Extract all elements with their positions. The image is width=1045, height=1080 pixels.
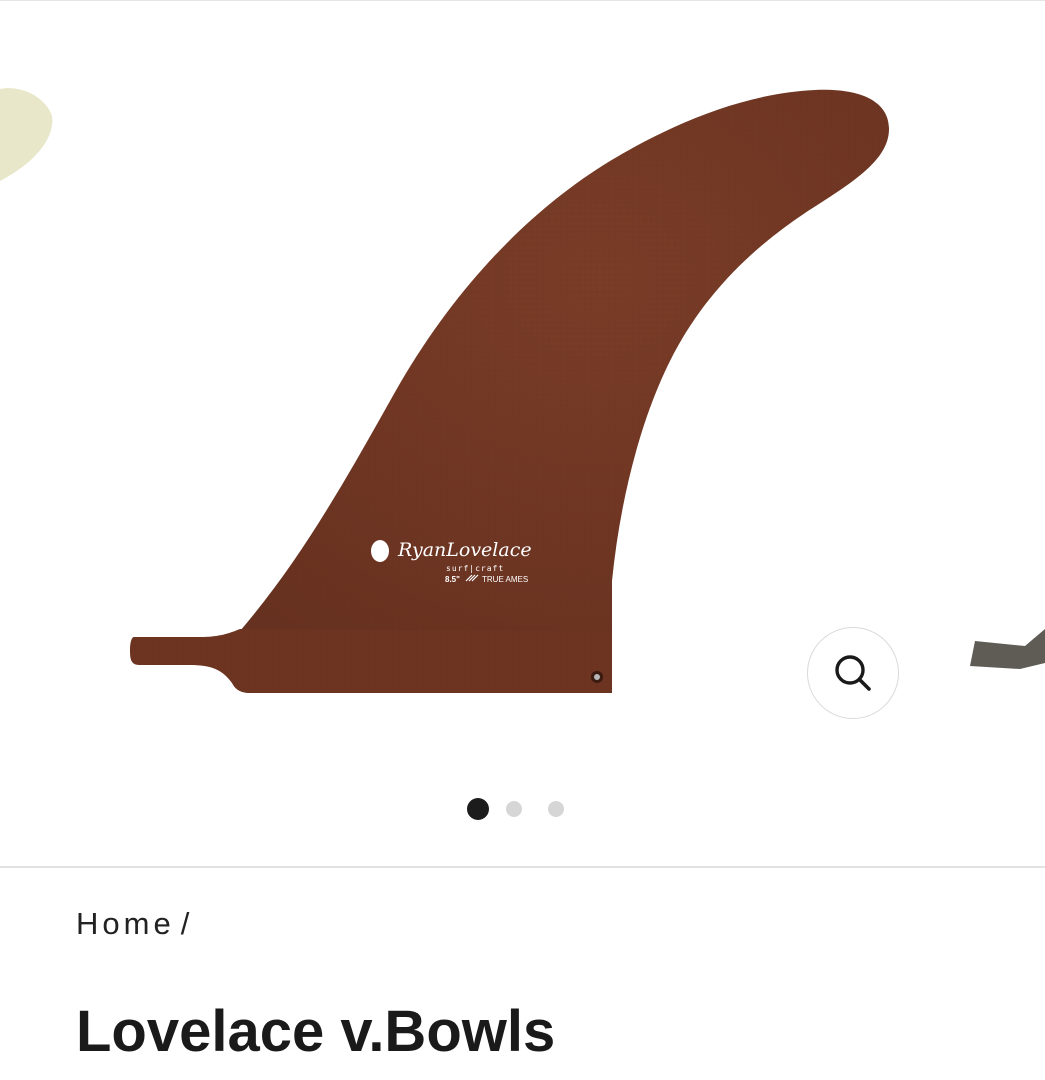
main-fin-image: RyanLovelace surf|craft 8.5" TRUE AMES [130,89,889,693]
fin-logo-sub: surf|craft [446,564,504,573]
product-image-gallery[interactable]: RyanLovelace surf|craft 8.5" TRUE AMES [0,1,1045,867]
fin-logo-size: 8.5" [445,575,460,584]
pagination-dot-1[interactable] [467,798,489,820]
breadcrumb: Home / [76,906,193,942]
pagination-dot-2[interactable] [506,801,522,817]
product-title: Lovelace v.Bowls [76,999,556,1064]
gallery-pagination [467,798,590,820]
pagination-dot-3[interactable] [548,801,564,817]
breadcrumb-home-link[interactable]: Home [76,906,175,941]
fin-logo-maker: TRUE AMES [482,575,528,584]
fin-logo-script: RyanLovelace [397,539,532,561]
next-slide-fin[interactable] [970,629,1045,669]
breadcrumb-separator: / [180,906,194,941]
product-page: RyanLovelace surf|craft 8.5" TRUE AMES H… [0,0,1045,1080]
section-divider [0,866,1045,868]
magnifier-icon [835,655,871,691]
zoom-button[interactable] [807,627,899,719]
prev-slide-fin[interactable] [0,88,53,181]
gallery-slides: RyanLovelace surf|craft 8.5" TRUE AMES [0,88,1045,693]
